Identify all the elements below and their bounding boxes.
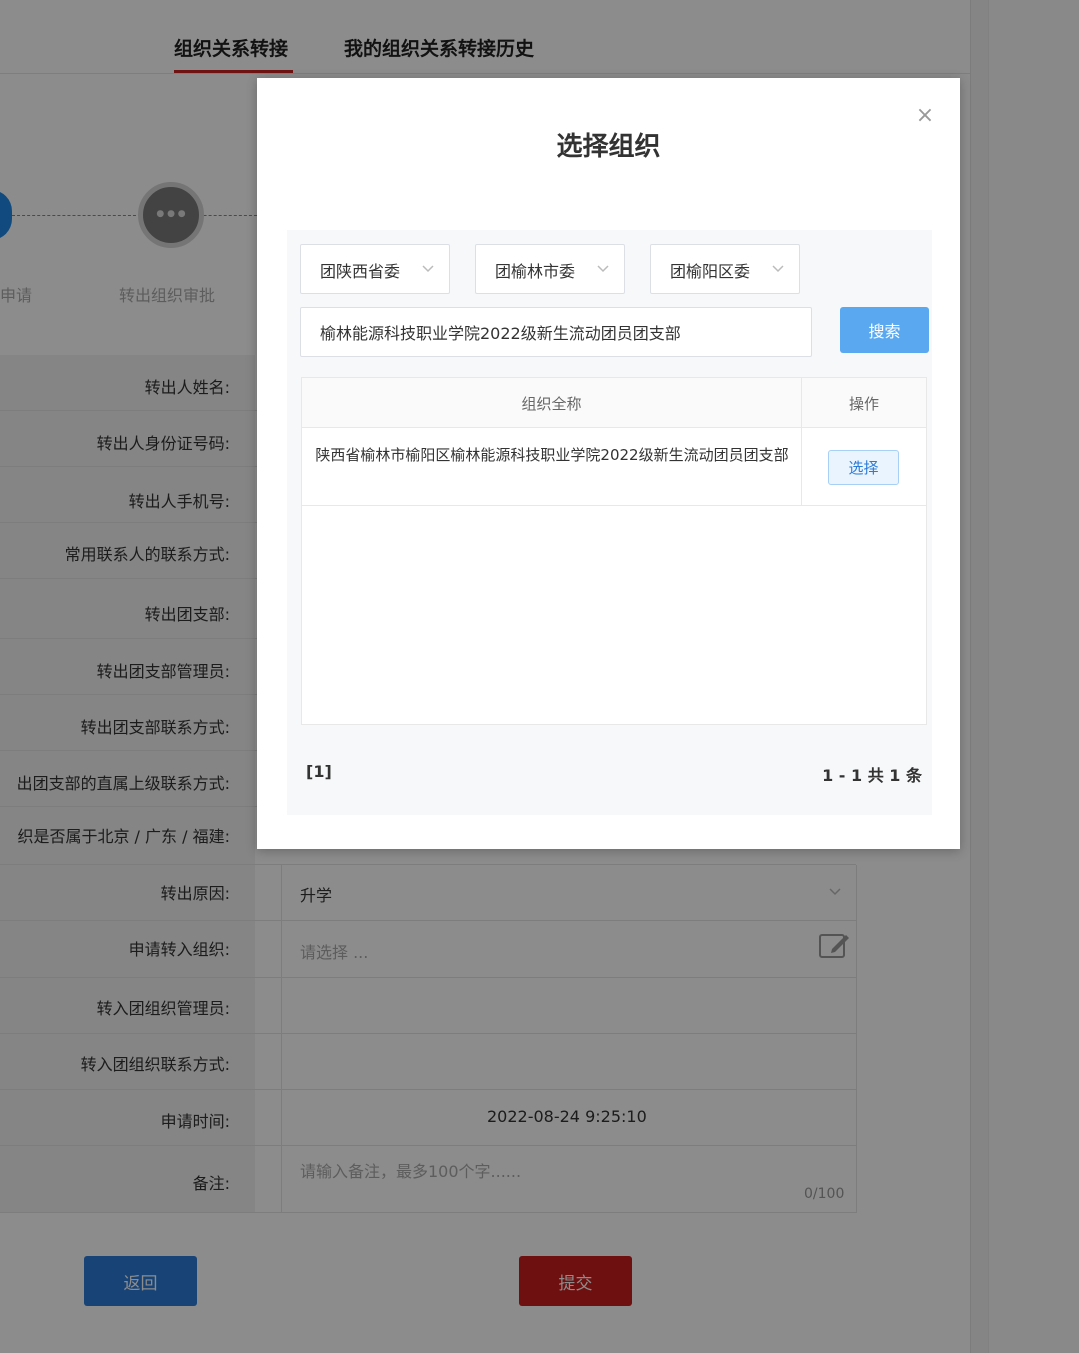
select-org-modal: 选择组织 × 团陕西省委 团榆林市委 团榆阳区委 搜索 组织全称 操作 陕西省榆…: [257, 78, 960, 849]
column-header-action: 操作: [848, 395, 879, 413]
pagination-page[interactable]: [1]: [306, 762, 332, 781]
org-search-input[interactable]: [300, 307, 812, 357]
province-select[interactable]: 团陕西省委: [300, 244, 450, 294]
org-full-name-cell: 陕西省榆林市榆阳区榆林能源科技职业学院2022级新生流动团员团支部: [315, 446, 789, 464]
table-row: 陕西省榆林市榆阳区榆林能源科技职业学院2022级新生流动团员团支部 选择: [302, 428, 926, 506]
modal-title: 选择组织: [556, 132, 661, 162]
city-select[interactable]: 团榆林市委: [475, 244, 625, 294]
search-button[interactable]: 搜索: [840, 307, 929, 353]
chevron-down-icon: [422, 265, 434, 273]
chevron-down-icon: [597, 265, 609, 273]
district-select-value: 团榆阳区委: [670, 262, 751, 281]
province-select-value: 团陕西省委: [320, 262, 401, 281]
select-org-button[interactable]: 选择: [828, 450, 899, 485]
table-header: 组织全称 操作: [302, 378, 926, 428]
city-select-value: 团榆林市委: [495, 262, 576, 281]
district-select[interactable]: 团榆阳区委: [650, 244, 800, 294]
chevron-down-icon: [772, 265, 784, 273]
search-panel: 团陕西省委 团榆林市委 团榆阳区委 搜索 组织全称 操作 陕西省榆林市榆阳区榆林…: [287, 230, 932, 815]
pagination-summary: 1 - 1 共 1 条: [822, 766, 922, 785]
close-icon[interactable]: ×: [913, 104, 937, 128]
org-table: 组织全称 操作 陕西省榆林市榆阳区榆林能源科技职业学院2022级新生流动团员团支…: [301, 377, 927, 725]
column-header-name: 组织全称: [521, 395, 582, 413]
